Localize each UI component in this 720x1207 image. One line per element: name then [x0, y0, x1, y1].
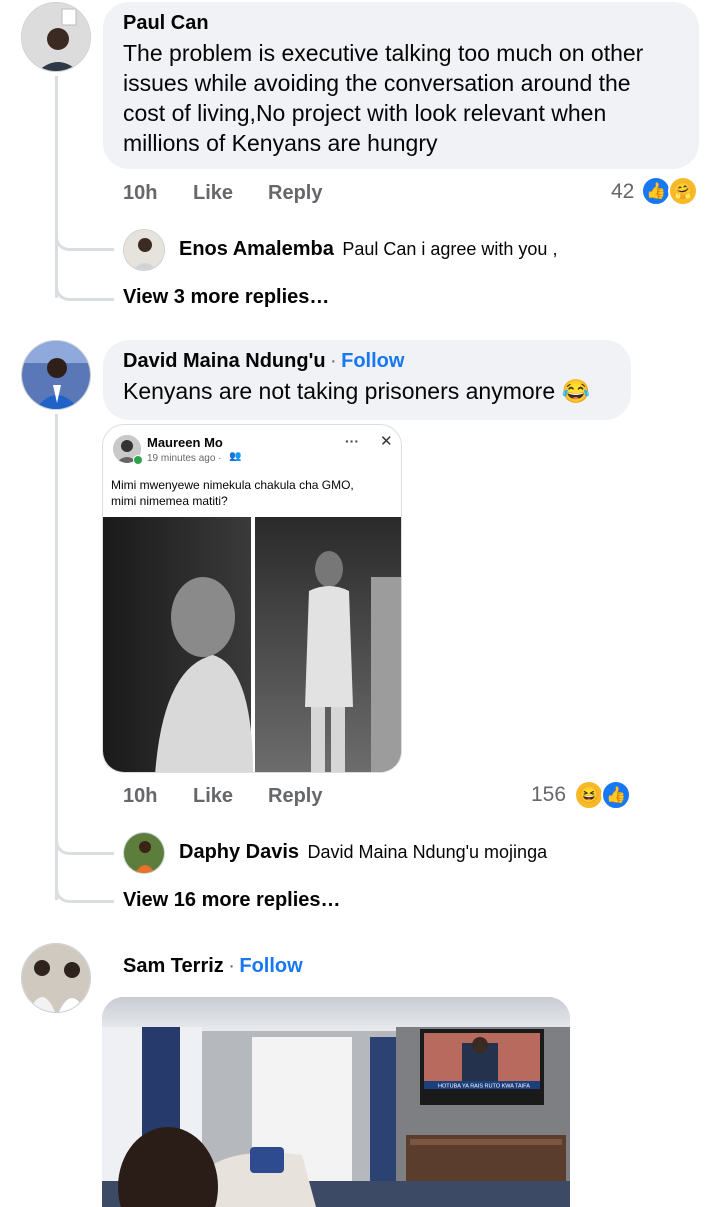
avatar-daphy-davis[interactable] — [123, 832, 165, 874]
care-icon: 🤗 — [668, 176, 698, 206]
view-more-replies[interactable]: View 3 more replies… — [123, 286, 329, 309]
attached-image[interactable]: Maureen Mo 19 minutes ago · 👥 ··· ✕ Mimi… — [102, 424, 402, 773]
follow-button[interactable]: Follow — [341, 350, 404, 372]
attached-photo[interactable]: HOTUBA YA RAIS RUTO KWA TAIFA — [102, 997, 570, 1207]
reply-author[interactable]: Enos Amalemba — [179, 238, 334, 260]
friends-icon: 👥 — [229, 451, 242, 462]
comment-text: The problem is executive talking too muc… — [123, 40, 644, 156]
comment-author[interactable]: Paul Can — [123, 12, 679, 35]
top-reply: Daphy Davis David Maina Ndung'u mojinga — [179, 841, 547, 864]
comment-bubble: David Maina Ndung'u · Follow Kenyans are… — [103, 340, 631, 420]
reply-connector — [55, 200, 114, 251]
like-icon: 👍 — [641, 176, 671, 206]
embedded-close-icon: ✕ — [380, 433, 393, 450]
reply-button[interactable]: Reply — [268, 182, 322, 205]
reply-connector — [55, 852, 114, 903]
avatar-enos-amalemba[interactable] — [123, 229, 165, 271]
comment-author[interactable]: David Maina Ndung'u — [123, 350, 326, 372]
comment-header: Sam Terriz · Follow — [123, 955, 303, 978]
embedded-author: Maureen Mo — [147, 435, 223, 450]
like-button[interactable]: Like — [193, 785, 233, 808]
reply-connector — [55, 250, 114, 301]
online-dot — [133, 455, 143, 465]
comment-author[interactable]: Sam Terriz — [123, 955, 224, 977]
embedded-text: Mimi mwenyewe nimekula chakula cha GMO, … — [111, 478, 354, 508]
avatar-sam-terriz[interactable] — [21, 943, 91, 1013]
haha-icon: 😆 — [574, 780, 604, 810]
view-more-replies[interactable]: View 16 more replies… — [123, 889, 341, 912]
separator-dot: · — [228, 955, 235, 977]
comment-time[interactable]: 10h — [123, 785, 157, 808]
comment-time[interactable]: 10h — [123, 182, 157, 205]
top-reply: Enos Amalemba Paul Can i agree with you … — [179, 238, 557, 261]
reply-text: David Maina Ndung'u mojinga — [307, 842, 548, 862]
reply-button[interactable]: Reply — [268, 785, 322, 808]
tv-caption: HOTUBA YA RAIS RUTO KWA TAIFA — [438, 1084, 530, 1090]
reaction-count[interactable]: 42 — [611, 180, 634, 204]
avatar-paul-can[interactable] — [21, 2, 91, 72]
embedded-menu-icon: ··· — [345, 433, 359, 449]
comment-bubble: Paul Can The problem is executive talkin… — [103, 2, 699, 169]
like-button[interactable]: Like — [193, 182, 233, 205]
avatar-david-maina[interactable] — [21, 340, 91, 410]
separator-dot: · — [330, 350, 337, 372]
reply-author[interactable]: Daphy Davis — [179, 841, 299, 863]
follow-button[interactable]: Follow — [239, 955, 302, 977]
embedded-photo — [103, 517, 401, 772]
reply-connector — [55, 806, 114, 855]
reply-text: Paul Can i agree with you , — [342, 239, 558, 259]
comment-text: Kenyans are not taking prisoners anymore… — [123, 378, 591, 404]
embedded-time: 19 minutes ago · — [147, 453, 222, 464]
reaction-count[interactable]: 156 — [531, 783, 566, 807]
like-icon: 👍 — [601, 780, 631, 810]
